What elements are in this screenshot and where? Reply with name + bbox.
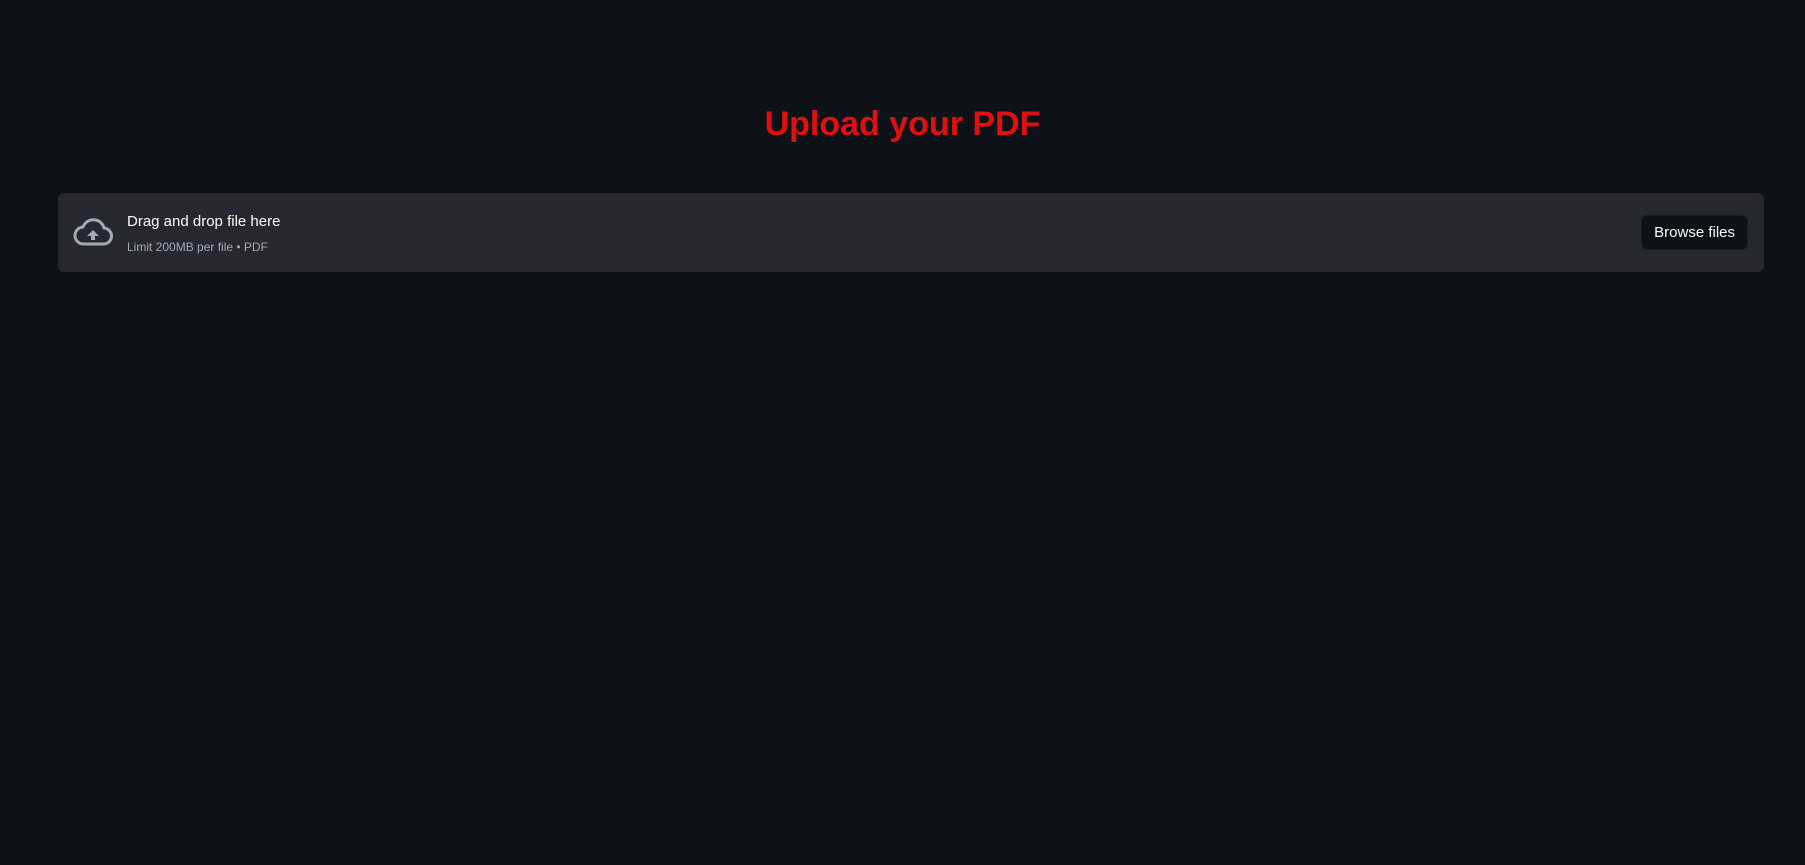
file-dropzone[interactable]: Drag and drop file here Limit 200MB per … [58,193,1764,272]
app-main: Upload your PDF Drag and drop file here … [0,0,1805,865]
cloud-upload-icon [73,214,113,250]
dropzone-instruction: Drag and drop file here [127,213,281,230]
browse-files-button[interactable]: Browse files [1641,215,1748,250]
page-title: Upload your PDF [764,105,1041,143]
dropzone-limit-text: Limit 200MB per file • PDF [127,240,268,254]
